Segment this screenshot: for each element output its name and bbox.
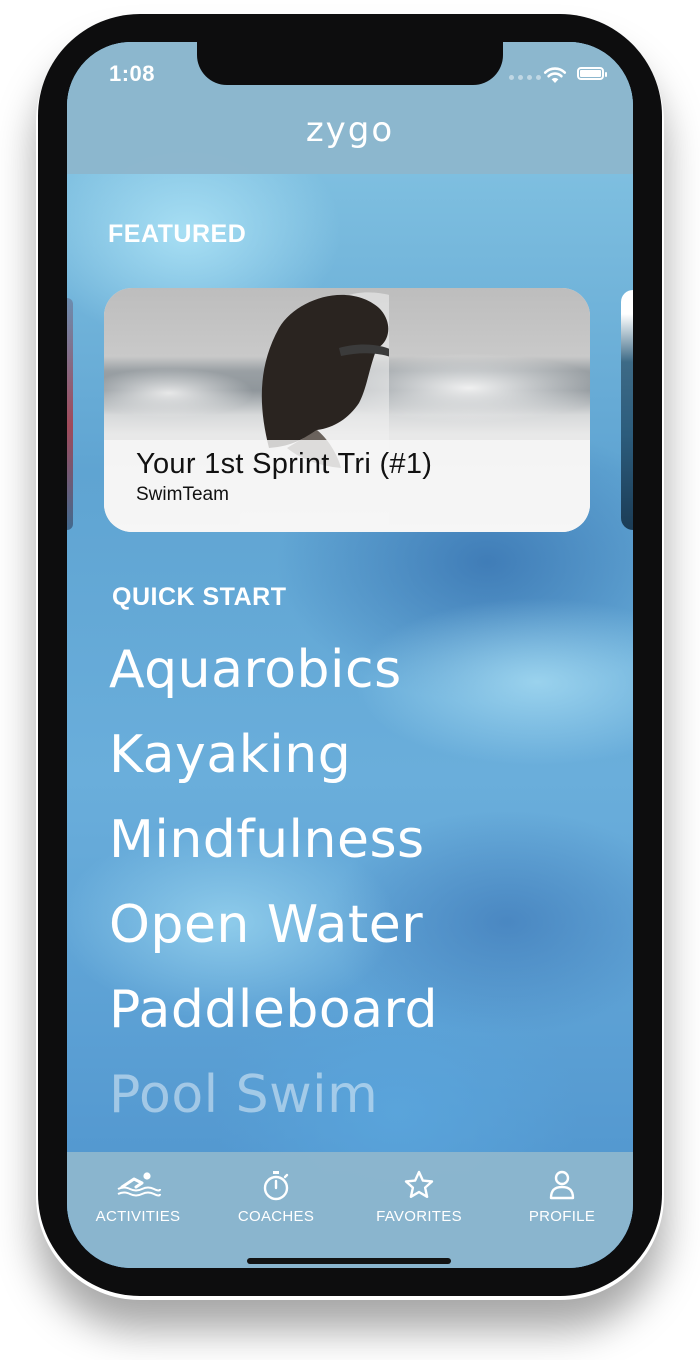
featured-section-title: FEATURED (108, 220, 247, 248)
status-time: 1:08 (109, 61, 156, 86)
person-icon (549, 1170, 575, 1200)
tab-profile-label: PROFILE (528, 1208, 596, 1225)
quick-start-section-title: QUICK START (112, 583, 287, 611)
tab-profile[interactable]: PROFILE (491, 1152, 633, 1242)
swimmer-icon (117, 1172, 161, 1197)
featured-card-subtitle: SwimTeam (136, 484, 229, 505)
home-indicator[interactable] (247, 1258, 451, 1264)
quick-start-item-open-water[interactable]: Open Water (109, 895, 423, 955)
tab-favorites-label: FAVORITES (376, 1208, 462, 1225)
device-notch (197, 42, 503, 85)
tab-favorites[interactable]: FAVORITES (348, 1152, 490, 1242)
star-icon (404, 1170, 434, 1198)
tab-activities[interactable]: ACTIVITIES (67, 1152, 209, 1242)
featured-card-title: Your 1st Sprint Tri (#1) (136, 448, 433, 480)
quick-start-item-mindfulness[interactable]: Mindfulness (109, 810, 425, 870)
quick-start-item-pool-swim[interactable]: Pool Swim (109, 1065, 378, 1125)
app-logo: zygo (305, 110, 395, 150)
tab-bar: ACTIVITIES COACHES FAVORITES PROFILE (67, 1152, 633, 1268)
featured-card-previous[interactable] (67, 298, 73, 530)
quick-start-item-aquarobics[interactable]: Aquarobics (109, 640, 402, 700)
cellular-signal-icon (509, 75, 541, 80)
quick-start-item-kayaking[interactable]: Kayaking (109, 725, 351, 785)
featured-card[interactable]: Your 1st Sprint Tri (#1) SwimTeam (104, 288, 590, 532)
tab-coaches[interactable]: COACHES (205, 1152, 347, 1242)
battery-icon (577, 67, 607, 80)
tab-coaches-label: COACHES (237, 1208, 315, 1225)
app-header: 1:08 zygo (67, 42, 633, 174)
wifi-icon (543, 67, 567, 83)
quick-start-item-paddleboard[interactable]: Paddleboard (109, 980, 438, 1040)
stopwatch-icon (263, 1171, 289, 1201)
featured-card-next[interactable] (621, 290, 633, 530)
tab-activities-label: ACTIVITIES (95, 1208, 181, 1225)
app-screen: 1:08 zygo FEATURED Your 1st Sprint Tri (… (67, 42, 633, 1268)
